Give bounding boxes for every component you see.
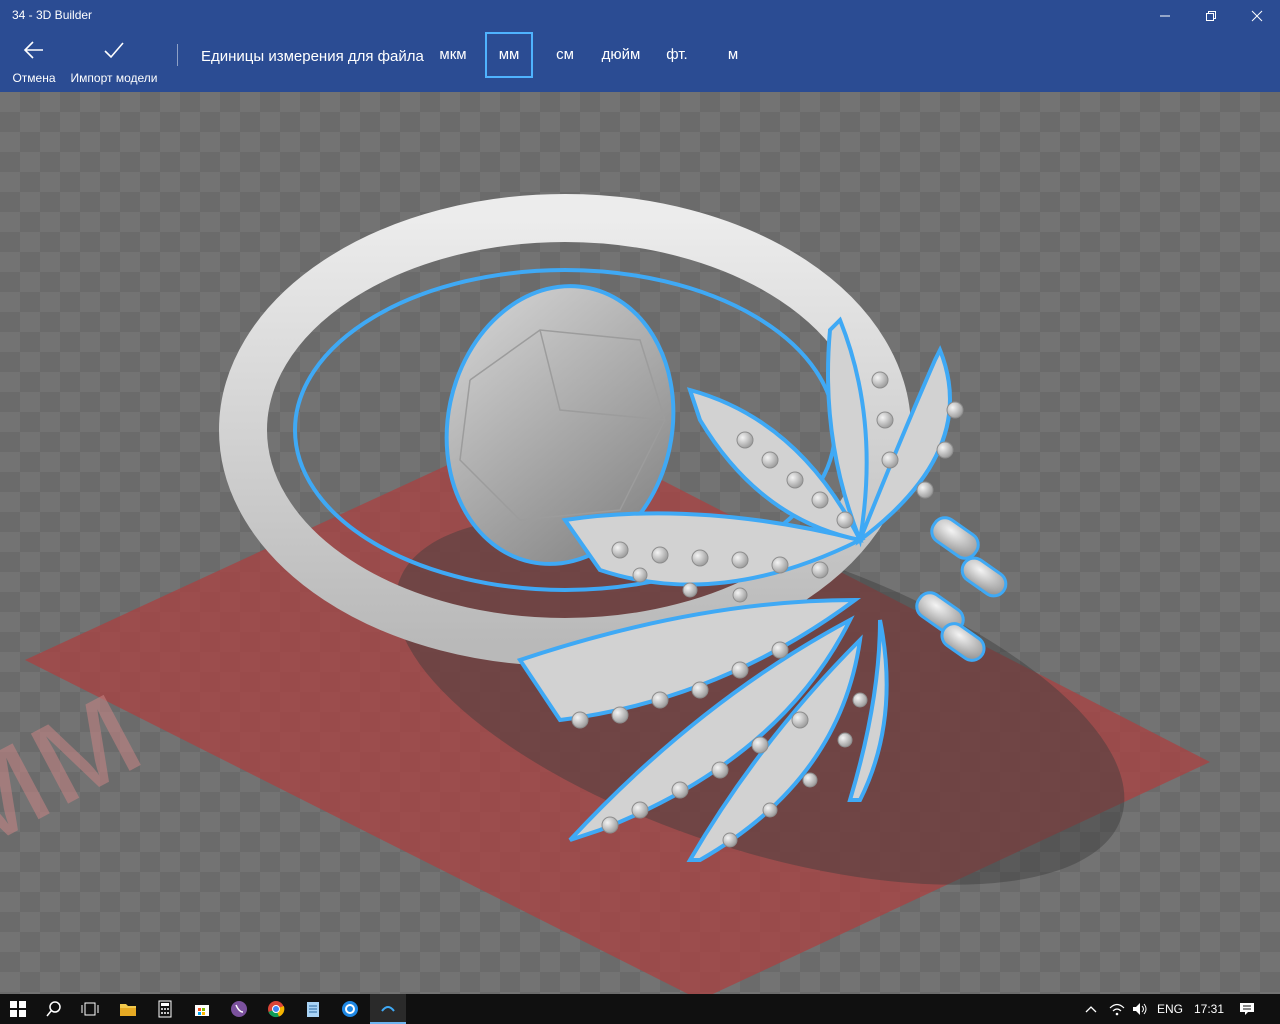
cancel-label: Отмена — [12, 71, 56, 85]
calculator-button[interactable] — [147, 994, 183, 1024]
3d-builder-icon — [381, 1006, 395, 1012]
import-model-label: Импорт модели — [70, 71, 158, 85]
close-button[interactable] — [1234, 0, 1280, 32]
taskbar: ENG 17:31 — [0, 994, 1280, 1024]
task-view-icon — [81, 1002, 99, 1016]
chrome-icon — [268, 1001, 285, 1018]
unit-option-m[interactable]: м — [718, 32, 748, 78]
language-indicator[interactable]: ENG — [1157, 1002, 1183, 1016]
notepad-button[interactable] — [295, 994, 331, 1024]
clock[interactable]: 17:31 — [1194, 1002, 1224, 1016]
unit-option-mm[interactable]: мм — [485, 32, 533, 78]
viber-button[interactable] — [221, 994, 257, 1024]
windows-start-icon — [10, 1001, 26, 1017]
browser-icon — [342, 1001, 358, 1017]
file-explorer-icon — [120, 1004, 136, 1016]
volume-button[interactable] — [1128, 994, 1152, 1024]
network-button[interactable] — [1104, 994, 1130, 1024]
import-model-button[interactable]: Импорт модели — [68, 40, 160, 85]
3d-builder-button[interactable] — [370, 994, 406, 1024]
store-icon — [195, 1005, 209, 1016]
notification-icon — [1240, 1003, 1254, 1015]
checkmark-icon — [104, 42, 124, 59]
window-title: 34 - 3D Builder — [12, 8, 93, 22]
unit-option-inch[interactable]: дюйм — [596, 32, 646, 78]
units-label: Единицы измерения для файла — [201, 48, 424, 65]
command-separator — [177, 44, 178, 66]
volume-icon — [1133, 1003, 1147, 1015]
wifi-icon — [1109, 1003, 1125, 1016]
action-center-button[interactable] — [1230, 994, 1264, 1024]
unit-option-cm[interactable]: см — [545, 32, 585, 78]
show-hidden-icons-button[interactable] — [1076, 994, 1106, 1024]
chevron-up-icon — [1085, 1006, 1097, 1013]
start-button[interactable] — [0, 994, 36, 1024]
app-bar: 34 - 3D Builder Отмена Импорт модели Еди… — [0, 0, 1280, 92]
3d-viewport[interactable]: мм — [0, 92, 1280, 994]
minimize-icon — [1160, 15, 1170, 17]
calculator-icon — [158, 1000, 172, 1018]
minimize-button[interactable] — [1142, 0, 1188, 32]
unit-option-ft[interactable]: фт. — [658, 32, 696, 78]
search-icon — [46, 1001, 61, 1017]
chrome-button[interactable] — [258, 994, 294, 1024]
cancel-button[interactable]: Отмена — [8, 40, 60, 85]
scene: мм — [0, 194, 1210, 994]
task-view-button[interactable] — [72, 994, 108, 1024]
close-icon — [1251, 10, 1263, 22]
search-button[interactable] — [36, 994, 72, 1024]
restore-button[interactable] — [1188, 0, 1234, 32]
unit-option-mkm[interactable]: мкм — [432, 32, 474, 78]
viber-icon — [231, 1001, 247, 1017]
arrow-left-icon — [23, 41, 43, 59]
file-explorer-button[interactable] — [110, 994, 146, 1024]
notepad-icon — [307, 1002, 319, 1017]
store-button[interactable] — [184, 994, 220, 1024]
restore-icon — [1206, 11, 1216, 21]
browser-button[interactable] — [332, 994, 368, 1024]
